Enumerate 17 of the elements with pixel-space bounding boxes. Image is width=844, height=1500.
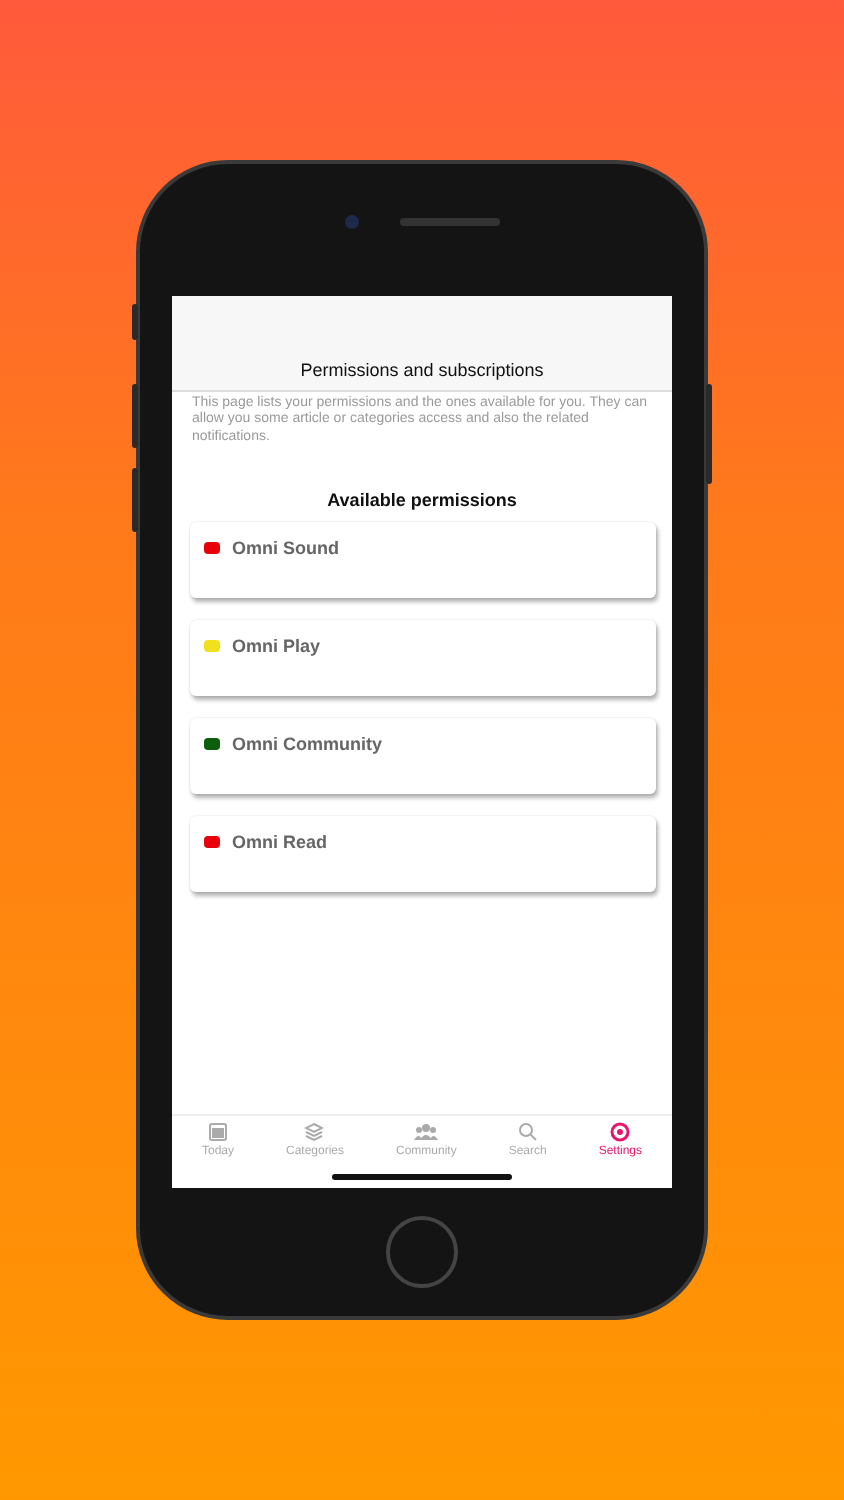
home-button[interactable]	[386, 1216, 458, 1288]
page-title: Permissions and subscriptions	[300, 360, 544, 380]
section-title: Available permissions	[325, 490, 519, 511]
camera-icon	[344, 214, 360, 230]
permission-name: Omni Sound	[232, 538, 339, 559]
permission-name: Omni Community	[232, 734, 383, 755]
permission-card[interactable]: Omni Sound	[190, 522, 656, 599]
search-icon	[517, 1122, 538, 1142]
layers-icon	[304, 1122, 325, 1142]
permission-card[interactable]: Omni Play	[190, 620, 656, 697]
permission-name: Omni Play	[232, 636, 321, 657]
permission-card[interactable]: Omni Community	[190, 718, 656, 795]
calendar-icon	[207, 1122, 228, 1142]
permission-card[interactable]: Omni Read	[190, 816, 656, 893]
permission-name: Omni Read	[232, 832, 328, 853]
people-icon	[414, 1122, 439, 1142]
settings-icon	[610, 1122, 631, 1142]
